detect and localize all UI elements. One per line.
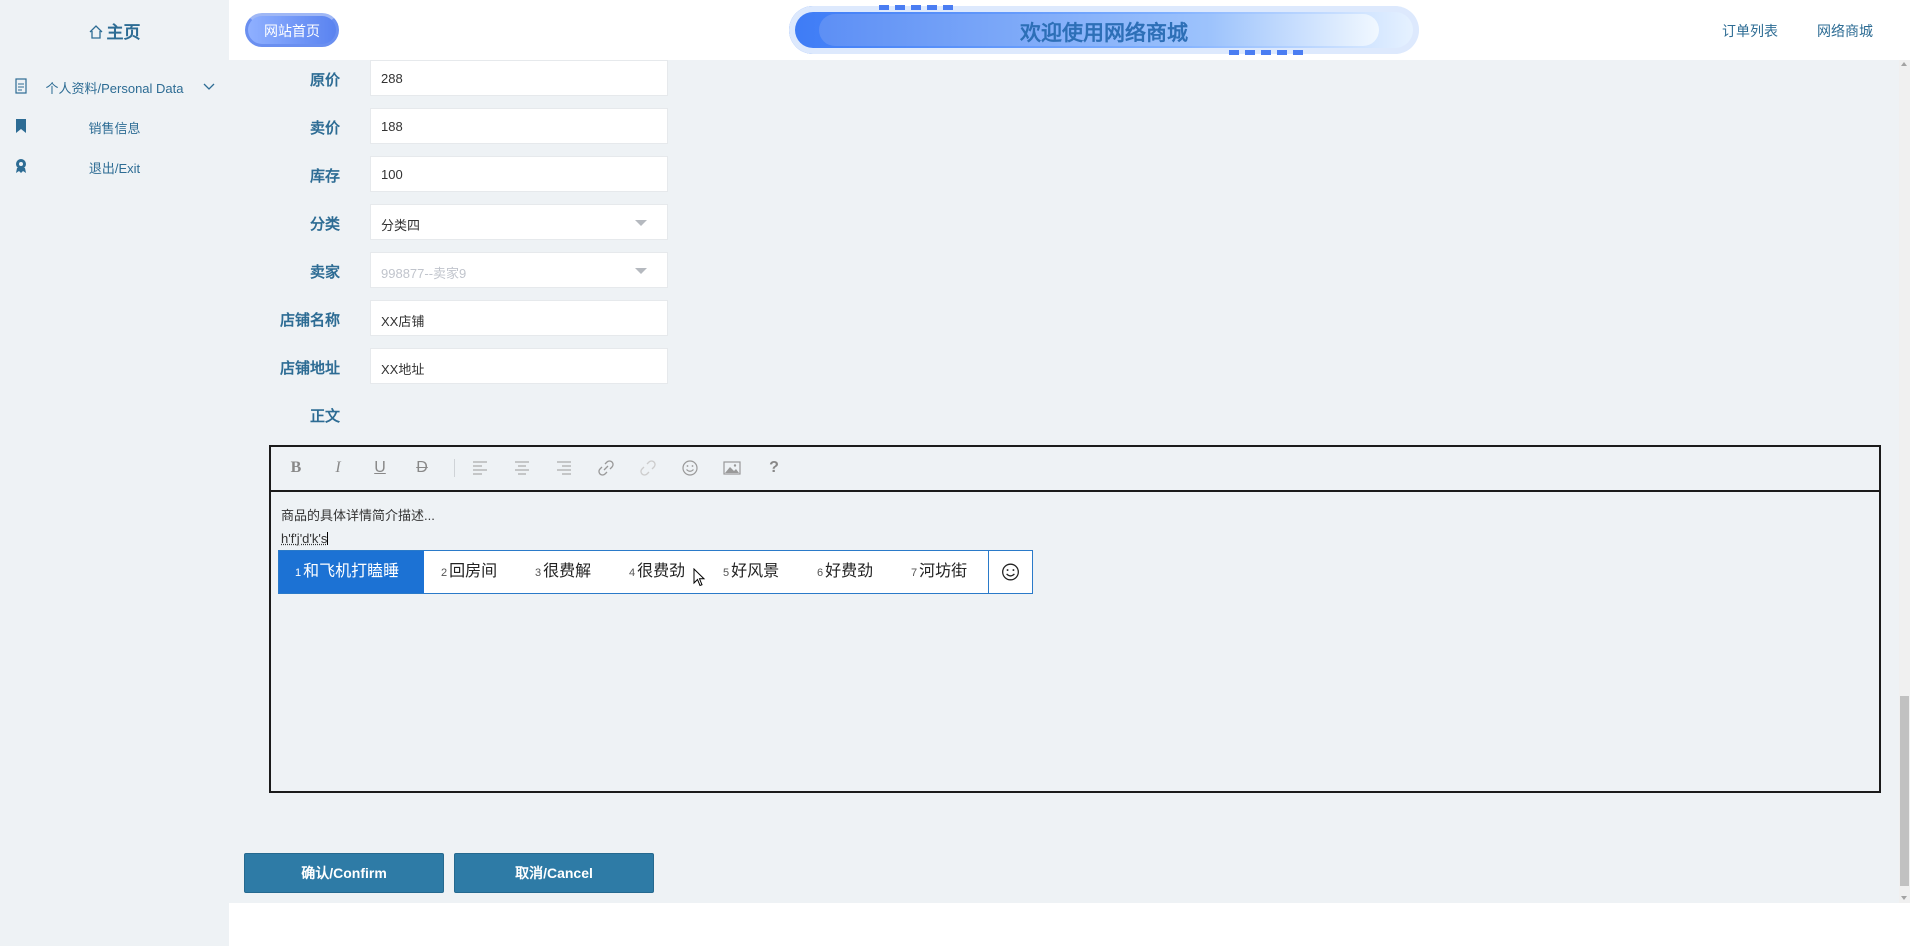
ime-emoji-icon[interactable]	[988, 551, 1032, 593]
mouse-cursor-icon	[693, 568, 706, 587]
form-row-stock: 库存 100	[229, 156, 689, 192]
image-icon[interactable]	[722, 458, 742, 478]
composing-text: h'f'j'd'k's	[281, 531, 328, 546]
dropdown-arrow-icon	[635, 268, 647, 274]
rich-text-editor[interactable]: B I U D ? 商品的具体详情简介描述... h'f'j'd'k's	[269, 445, 1881, 793]
strikethrough-icon[interactable]: D	[412, 458, 432, 478]
candidate-text: 很费解	[543, 563, 592, 580]
category-select[interactable]: 分类四	[370, 204, 668, 240]
dropdown-arrow-icon	[635, 220, 647, 226]
sidebar-item-personal-data[interactable]: 个人资料/Personal Data	[0, 66, 229, 106]
unlink-icon[interactable]	[638, 458, 658, 478]
nav-online-mall[interactable]: 网络商城	[1817, 21, 1873, 41]
field-label: 卖价	[309, 120, 340, 137]
sidebar-item-sales[interactable]: 销售信息	[0, 106, 229, 146]
site-home-logo[interactable]: 网站首页	[245, 13, 339, 47]
scrollbar-thumb[interactable]	[1900, 696, 1909, 886]
home-icon	[89, 25, 102, 39]
emoji-icon[interactable]	[680, 458, 700, 478]
ime-candidate[interactable]: 5 好风景	[723, 551, 779, 593]
candidate-number: 2	[441, 567, 448, 579]
seller-select: 998877--卖家9	[370, 252, 668, 288]
candidate-number: 4	[629, 567, 636, 579]
ime-candidate[interactable]: 1 和飞机打瞌睡	[279, 551, 424, 593]
sale-price-input[interactable]: 188	[370, 108, 668, 144]
candidate-number: 5	[723, 567, 730, 579]
welcome-banner: 欢迎使用网络商城	[789, 5, 1419, 55]
ime-candidate[interactable]: 4 很费劲	[629, 551, 685, 593]
form-row-category: 分类 分类四	[229, 204, 689, 240]
field-label: 卖家	[309, 264, 340, 281]
candidate-text: 和飞机打瞌睡	[303, 563, 400, 580]
editor-toolbar: B I U D ?	[271, 447, 1879, 492]
align-left-icon[interactable]	[470, 458, 490, 478]
page-scrollbar[interactable]	[1899, 60, 1910, 903]
logo-text: 网站首页	[264, 23, 320, 39]
ime-candidate[interactable]: 2 回房间	[441, 551, 497, 593]
field-label: 店铺名称	[279, 312, 340, 329]
banner-decoration	[1229, 50, 1309, 55]
banner-title: 欢迎使用网络商城	[1020, 22, 1188, 45]
form-row-seller: 卖家 998877--卖家9	[229, 252, 689, 288]
form-row-body: 正文	[229, 396, 689, 432]
field-label: 分类	[309, 216, 340, 233]
editor-content[interactable]: 商品的具体详情简介描述... h'f'j'd'k's	[281, 505, 435, 546]
ime-candidate[interactable]: 7 河坊街	[911, 551, 967, 593]
sidebar: 主页 个人资料/Personal Data 销售信息 退出/Exit	[0, 0, 229, 946]
link-icon[interactable]	[596, 458, 616, 478]
field-label: 库存	[309, 168, 340, 185]
main-content: 原价 288 卖价 188 库存 100 分类 分类四 卖家 998877--卖…	[229, 60, 1899, 903]
candidate-number: 6	[817, 567, 824, 579]
candidate-number: 1	[295, 567, 302, 579]
help-icon[interactable]: ?	[764, 458, 784, 478]
stock-input[interactable]: 100	[370, 156, 668, 192]
toolbar-divider	[454, 459, 455, 477]
cancel-button[interactable]: 取消/Cancel	[454, 853, 654, 893]
scroll-up-arrow-icon[interactable]	[1901, 62, 1907, 66]
original-price-input[interactable]: 288	[370, 60, 668, 96]
body-label: 正文	[309, 408, 340, 425]
candidate-text: 回房间	[449, 563, 498, 580]
underline-icon[interactable]: U	[370, 458, 390, 478]
ime-candidate[interactable]: 3 很费解	[535, 551, 591, 593]
editor-text-line: 商品的具体详情简介描述...	[281, 508, 435, 523]
ime-candidate[interactable]: 6 好费劲	[817, 551, 873, 593]
sidebar-home-label: 主页	[106, 23, 141, 42]
nav-order-list[interactable]: 订单列表	[1722, 21, 1778, 41]
sidebar-home[interactable]: 主页	[0, 18, 229, 43]
italic-icon[interactable]: I	[328, 458, 348, 478]
candidate-text: 很费劲	[637, 563, 686, 580]
field-label: 原价	[309, 72, 340, 89]
candidate-text: 好费劲	[825, 563, 874, 580]
candidate-number: 7	[911, 567, 918, 579]
sidebar-item-label: 销售信息	[88, 121, 141, 136]
bold-icon[interactable]: B	[286, 458, 306, 478]
ime-candidate-window: 1 和飞机打瞌睡 2 回房间 3 很费解 4 很费劲 5 好风景 6 好费劲 7 河坊街	[278, 550, 1033, 594]
shop-name-input[interactable]: XX店铺	[370, 300, 668, 336]
seller-select-value: 998877--卖家9	[381, 266, 467, 281]
align-right-icon[interactable]	[554, 458, 574, 478]
editor-composing-text: h'f'j'd'k's	[281, 531, 329, 546]
banner-decoration	[879, 5, 959, 10]
top-header: 网站首页 欢迎使用网络商城 订单列表 网络商城	[229, 0, 1910, 60]
form-row-original-price: 原价 288	[229, 60, 689, 96]
field-label: 店铺地址	[279, 360, 340, 377]
sidebar-item-exit[interactable]: 退出/Exit	[0, 146, 229, 186]
category-select-value: 分类四	[381, 218, 421, 233]
candidate-text: 河坊街	[919, 563, 968, 580]
form-row-shop-address: 店铺地址 XX地址	[229, 348, 689, 384]
text-caret	[327, 532, 329, 545]
form-row-sale-price: 卖价 188	[229, 108, 689, 144]
confirm-button[interactable]: 确认/Confirm	[244, 853, 444, 893]
sidebar-item-label: 退出/Exit	[88, 161, 141, 176]
sidebar-item-label: 个人资料/Personal Data	[45, 81, 184, 96]
candidate-number: 3	[535, 567, 542, 579]
align-center-icon[interactable]	[512, 458, 532, 478]
form-row-shop-name: 店铺名称 XX店铺	[229, 300, 689, 336]
scroll-down-arrow-icon[interactable]	[1901, 896, 1907, 900]
candidate-text: 好风景	[731, 563, 780, 580]
shop-address-input[interactable]: XX地址	[370, 348, 668, 384]
chevron-down-icon[interactable]	[203, 80, 215, 92]
